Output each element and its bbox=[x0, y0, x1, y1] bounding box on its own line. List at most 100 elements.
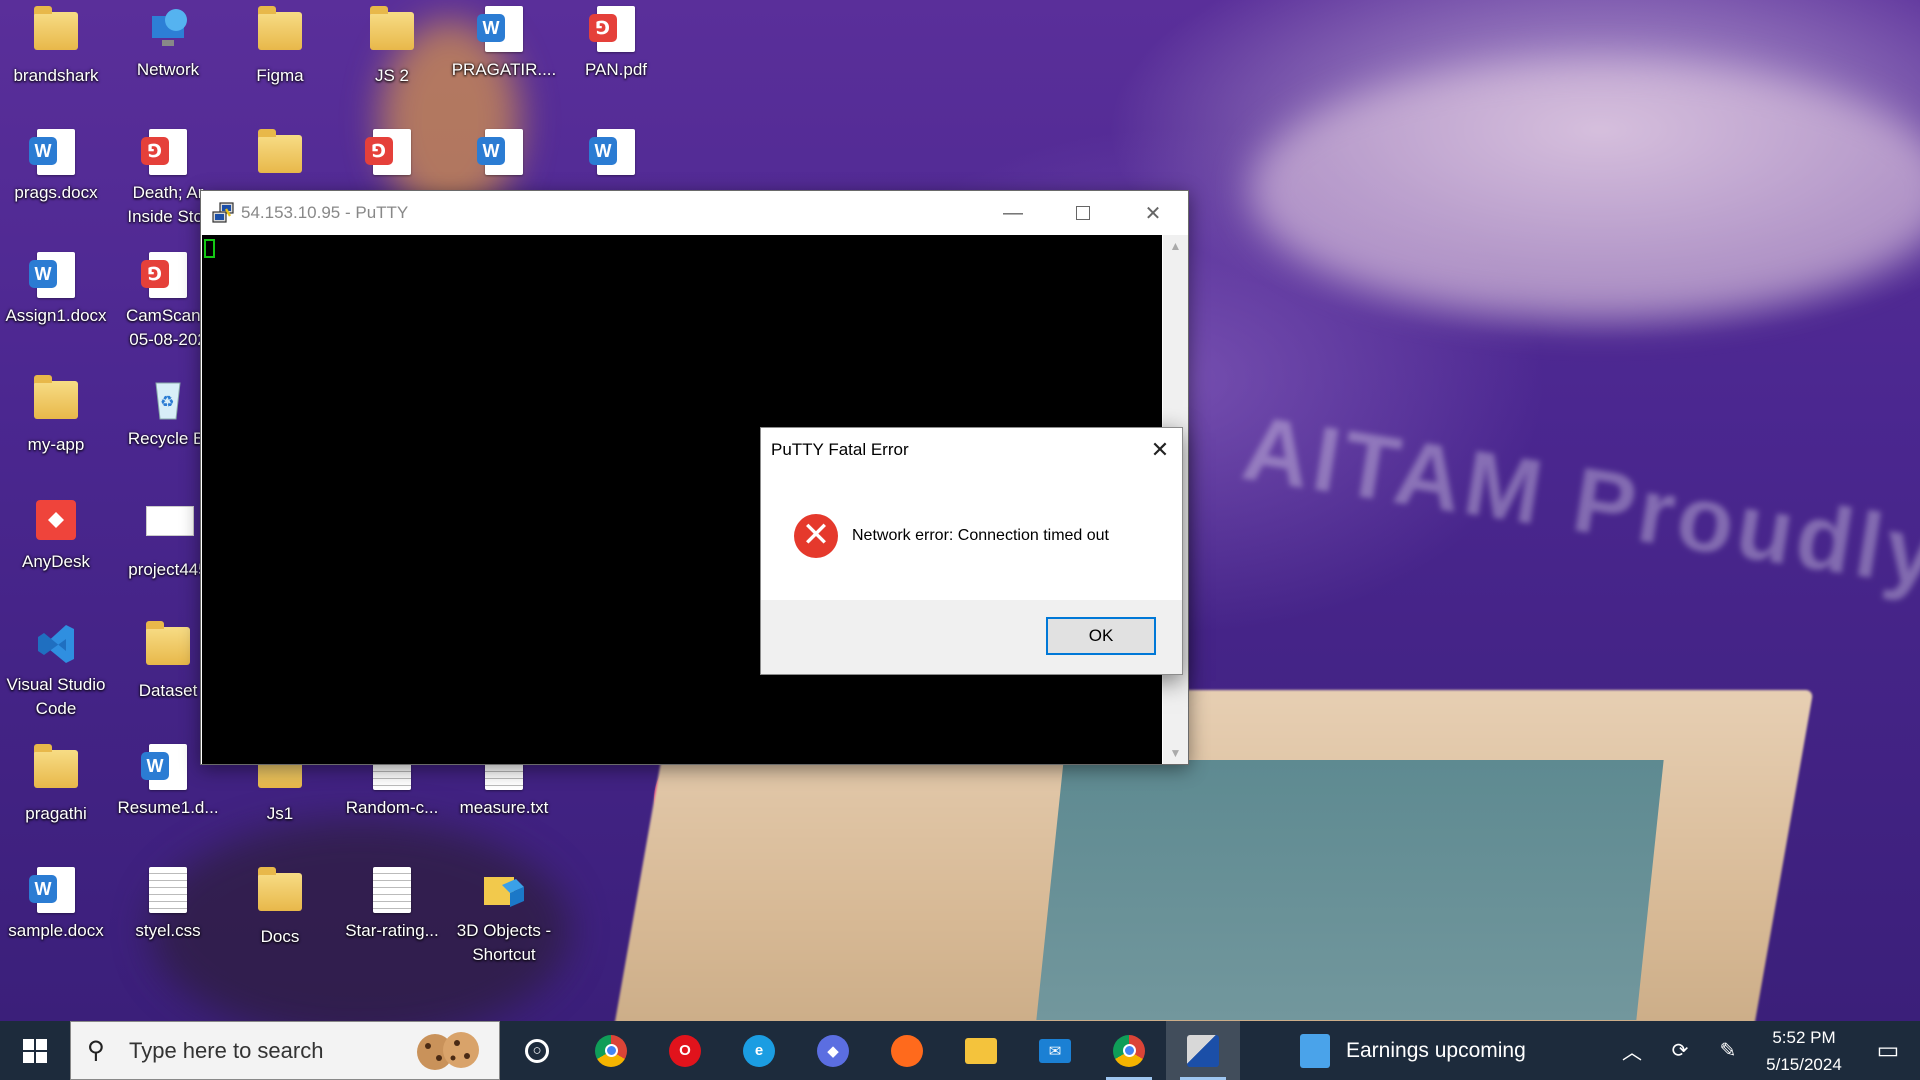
taskbar-chrome-button[interactable] bbox=[574, 1021, 648, 1080]
word-icon: W bbox=[589, 129, 638, 175]
taskbar-chrome-profile-button[interactable] bbox=[1092, 1021, 1166, 1080]
close-button[interactable]: ✕ bbox=[1118, 191, 1188, 235]
firefox-icon bbox=[891, 1034, 923, 1067]
sync-icon: ⟳ bbox=[1671, 1040, 1689, 1062]
desktop-icon-label: Resume1.d... bbox=[117, 798, 219, 817]
taskbar-opera-button[interactable]: O bbox=[648, 1021, 722, 1080]
3d-icon bbox=[482, 867, 526, 913]
putty-titlebar[interactable]: 54.153.10.95 - PuTTY — ✕ bbox=[201, 191, 1188, 235]
desktop-icon[interactable]: brandshark bbox=[0, 6, 112, 88]
start-button[interactable] bbox=[0, 1021, 70, 1080]
maximize-button[interactable] bbox=[1048, 191, 1118, 235]
image-icon bbox=[146, 506, 194, 552]
close-icon: ✕ bbox=[1150, 437, 1170, 462]
maximize-icon bbox=[1076, 206, 1090, 220]
desktop-icon-label: Js1 bbox=[266, 804, 294, 823]
cookies-icon bbox=[413, 1028, 483, 1074]
taskbar-file-explorer-button[interactable] bbox=[944, 1021, 1018, 1080]
word-icon: W bbox=[29, 129, 78, 175]
desktop-icon[interactable]: Wsample.docx bbox=[0, 867, 112, 943]
pen-button[interactable]: ✎ bbox=[1704, 1021, 1752, 1080]
taskbar-firefox-button[interactable] bbox=[870, 1021, 944, 1080]
battery-sync-button[interactable]: ⟳ bbox=[1656, 1021, 1704, 1080]
terminal-cursor bbox=[204, 239, 215, 258]
wallpaper-banner-text: AITAM Proudly bbox=[1236, 396, 1920, 608]
desktop-icon[interactable]: AnyDesk bbox=[0, 498, 112, 574]
css-icon bbox=[146, 867, 190, 913]
putty-window-title: 54.153.10.95 - PuTTY bbox=[241, 203, 409, 222]
chevron-up-icon: ▲ bbox=[1169, 239, 1182, 253]
desktop-icon[interactable]: Network bbox=[112, 6, 224, 82]
dialog-close-button[interactable]: ✕ bbox=[1138, 428, 1182, 472]
windows-icon bbox=[23, 1038, 47, 1063]
scroll-up-button[interactable]: ▲ bbox=[1163, 235, 1188, 257]
desktop-icon[interactable]: styel.css bbox=[112, 867, 224, 943]
taskbar-search[interactable]: ⚲ Type here to search bbox=[70, 1021, 500, 1080]
chevron-up-icon: ︿ bbox=[1622, 1042, 1642, 1064]
desktop-icon[interactable]: 3D Objects - Shortcut bbox=[448, 867, 560, 967]
desktop-icon[interactable]: my-app bbox=[0, 375, 112, 457]
show-hidden-icons-button[interactable]: ︿ bbox=[1608, 1021, 1656, 1080]
desktop-icon[interactable]: JS 2 bbox=[336, 6, 448, 88]
desktop-icon[interactable]: Star-rating... bbox=[336, 867, 448, 943]
desktop-icon[interactable]: Docs bbox=[224, 867, 336, 949]
clock[interactable]: 5:52 PM 5/15/2024 bbox=[1752, 1024, 1856, 1078]
desktop-icon-label: sample.docx bbox=[8, 921, 104, 940]
news-label: Earnings upcoming bbox=[1346, 1038, 1526, 1062]
folder-icon bbox=[258, 6, 302, 58]
desktop-icon[interactable]: ⅁ bbox=[336, 129, 448, 181]
desktop-icon[interactable]: W bbox=[448, 129, 560, 181]
wallpaper-podium-glass bbox=[1036, 760, 1664, 1020]
desktop-icon-label: prags.docx bbox=[14, 183, 98, 202]
desktop-icon[interactable]: Wprags.docx bbox=[0, 129, 112, 205]
desktop-icon-label-line2: Shortcut bbox=[472, 945, 536, 964]
desktop-icon-label: PAN.pdf bbox=[584, 60, 648, 79]
dialog-titlebar[interactable]: PuTTY Fatal Error ✕ bbox=[761, 428, 1182, 472]
network-icon bbox=[146, 6, 190, 52]
taskbar-task-view-button[interactable]: ○ bbox=[500, 1021, 574, 1080]
taskbar-edge-button[interactable]: e bbox=[722, 1021, 796, 1080]
svg-text:♻: ♻ bbox=[160, 394, 174, 411]
folder-icon bbox=[34, 375, 78, 427]
taskbar-mail-button[interactable]: ✉ bbox=[1018, 1021, 1092, 1080]
taskbar: ⚲ Type here to search ○ Oe ◆ ✉ Earnings upc… bbox=[0, 1021, 1920, 1080]
clock-date: 5/15/2024 bbox=[1766, 1054, 1842, 1074]
putty-icon[interactable] bbox=[211, 201, 235, 225]
pdf-icon: ⅁ bbox=[589, 6, 638, 52]
minimize-button[interactable]: — bbox=[978, 191, 1048, 235]
folder-icon bbox=[34, 744, 78, 796]
taskbar-copilot-button[interactable]: ◆ bbox=[796, 1021, 870, 1080]
news-icon bbox=[1300, 1033, 1330, 1068]
desktop-icon[interactable]: Figma bbox=[224, 6, 336, 88]
folder-icon bbox=[146, 621, 190, 673]
scroll-down-button[interactable]: ▼ bbox=[1163, 742, 1188, 764]
fatal-error-dialog[interactable]: PuTTY Fatal Error ✕ ✕ Network error: Con… bbox=[760, 427, 1183, 675]
word-icon: W bbox=[29, 252, 78, 298]
desktop-icon[interactable]: W Assign1.docx bbox=[0, 252, 112, 328]
desktop-icon-label: 3D Objects - bbox=[456, 921, 552, 940]
news-widget[interactable]: Earnings upcoming bbox=[1300, 1021, 1526, 1080]
folder-icon bbox=[34, 6, 78, 58]
desktop-icon-label: measure.txt bbox=[459, 798, 549, 817]
taskbar-putty-button[interactable] bbox=[1166, 1021, 1240, 1080]
pen-icon: ✎ bbox=[1719, 1040, 1737, 1062]
clock-time: 5:52 PM bbox=[1772, 1027, 1836, 1047]
desktop-icon[interactable] bbox=[224, 129, 336, 187]
desktop-icon-label: PRAGATIR.... bbox=[451, 60, 557, 79]
notification-center-button[interactable]: ▭ bbox=[1856, 1021, 1920, 1080]
pdf-icon: ⅁ bbox=[141, 252, 190, 298]
desktop-icon[interactable]: ⅁ PAN.pdf bbox=[560, 6, 672, 82]
dialog-message: Network error: Connection timed out bbox=[852, 527, 1109, 544]
mail-icon: ✉ bbox=[1039, 1038, 1071, 1063]
desktop-icon[interactable]: pragathi bbox=[0, 744, 112, 826]
word-icon: W bbox=[477, 129, 526, 175]
desktop-icon-label: Network bbox=[136, 60, 200, 79]
desktop-icon-label: Assign1.docx bbox=[5, 306, 107, 325]
desktop-icon-label-line2: Code bbox=[35, 699, 77, 718]
word-icon: W bbox=[477, 6, 526, 52]
desktop-icon[interactable]: W bbox=[560, 129, 672, 181]
desktop-icon[interactable]: Visual Studio Code bbox=[0, 621, 112, 721]
opera-icon: O bbox=[669, 1034, 701, 1067]
ok-button[interactable]: OK bbox=[1046, 617, 1156, 655]
desktop-icon[interactable]: W PRAGATIR.... bbox=[448, 6, 560, 82]
